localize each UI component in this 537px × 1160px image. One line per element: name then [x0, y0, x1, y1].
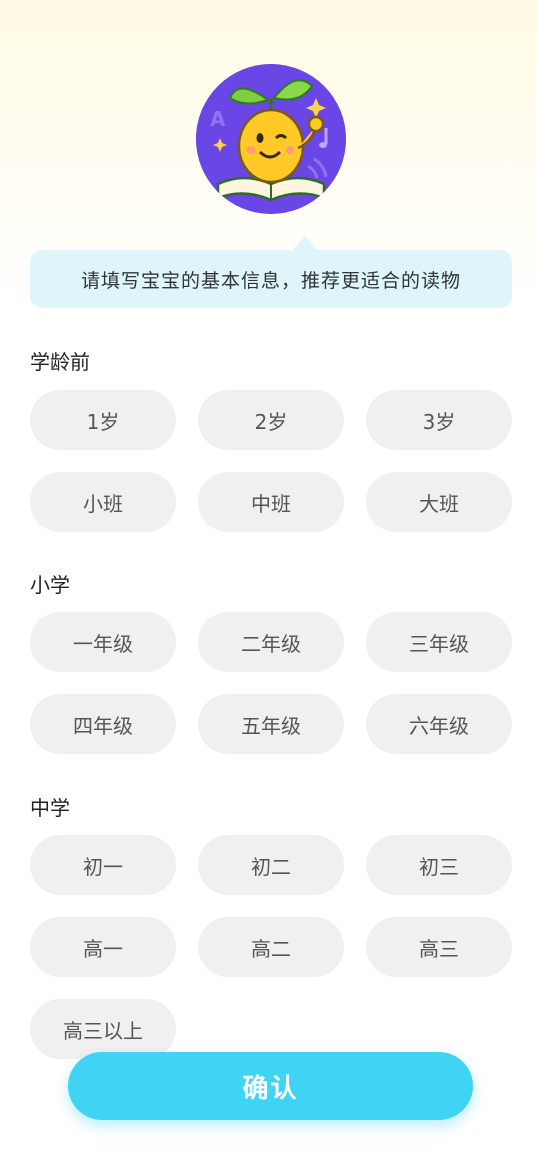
option-senior-3-plus[interactable]: 高三以上 — [30, 999, 176, 1059]
option-age-1[interactable]: 1岁 — [30, 390, 176, 450]
option-middle-class[interactable]: 中班 — [198, 472, 344, 532]
grade-selection-page: A 请填写宝宝的基本信息，推荐更适合的读物 学龄前 1岁 2岁 3岁 小班 中班… — [0, 0, 537, 1160]
option-junior-2[interactable]: 初二 — [198, 835, 344, 895]
option-big-class[interactable]: 大班 — [366, 472, 512, 532]
svg-text:A: A — [210, 107, 226, 131]
option-small-class[interactable]: 小班 — [30, 472, 176, 532]
option-age-3[interactable]: 3岁 — [366, 390, 512, 450]
option-grade-1[interactable]: 一年级 — [30, 612, 176, 672]
option-grade-3[interactable]: 三年级 — [366, 612, 512, 672]
option-senior-1[interactable]: 高一 — [30, 917, 176, 977]
option-senior-3[interactable]: 高三 — [366, 917, 512, 977]
section-title-preschool: 学龄前 — [30, 350, 90, 374]
section-title-primary: 小学 — [30, 573, 70, 597]
option-age-2[interactable]: 2岁 — [198, 390, 344, 450]
option-grade-6[interactable]: 六年级 — [366, 694, 512, 754]
sprout-reading-mascot-icon: A — [196, 64, 346, 214]
confirm-button[interactable]: 确认 — [68, 1052, 473, 1120]
option-senior-2[interactable]: 高二 — [198, 917, 344, 977]
section-title-secondary: 中学 — [30, 796, 70, 820]
option-grade-5[interactable]: 五年级 — [198, 694, 344, 754]
info-tip-banner: 请填写宝宝的基本信息，推荐更适合的读物 — [30, 236, 512, 308]
option-junior-3[interactable]: 初三 — [366, 835, 512, 895]
option-junior-1[interactable]: 初一 — [30, 835, 176, 895]
option-grade-4[interactable]: 四年级 — [30, 694, 176, 754]
option-grade-2[interactable]: 二年级 — [198, 612, 344, 672]
